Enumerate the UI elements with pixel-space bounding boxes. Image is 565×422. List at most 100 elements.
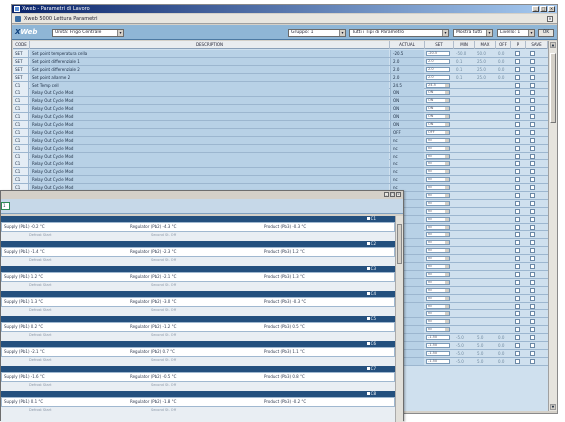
save-checkbox[interactable] [530,51,535,56]
set-value-input[interactable]: nc [426,319,450,325]
p-checkbox[interactable] [515,200,520,206]
p-checkbox[interactable] [515,327,520,333]
save-checkbox[interactable] [530,177,535,183]
p-checkbox[interactable] [515,342,520,348]
p-checkbox[interactable] [515,114,520,120]
p-checkbox[interactable] [515,82,520,88]
parameter-type-select[interactable]: Tutti i Tipi di Parametro ▾ [349,29,449,37]
header-max[interactable]: MAX [475,41,496,49]
p-checkbox[interactable] [515,122,520,128]
close-icon[interactable]: × [547,16,553,22]
p-checkbox[interactable] [515,303,520,309]
popup-input[interactable]: 1 [1,202,10,210]
set-value-input[interactable]: nc [426,200,450,206]
header-save[interactable]: SAVE [526,41,548,49]
p-checkbox[interactable] [515,66,520,72]
set-value-input[interactable]: nc [426,169,450,175]
save-checkbox[interactable] [530,98,535,104]
save-checkbox[interactable] [530,311,535,317]
save-checkbox[interactable] [530,295,535,301]
save-checkbox[interactable] [530,82,535,88]
save-checkbox[interactable] [530,58,535,64]
level-select[interactable]: Livello: 1 ▾ [497,29,535,37]
save-checkbox[interactable] [530,185,535,191]
save-checkbox[interactable] [530,342,535,348]
set-value-input[interactable]: nc [426,295,450,301]
p-checkbox[interactable] [515,74,520,80]
save-checkbox[interactable] [530,129,535,135]
set-value-input[interactable]: nc [426,264,450,270]
set-value-input[interactable]: nc [426,327,450,333]
p-checkbox[interactable] [515,264,520,270]
p-checkbox[interactable] [515,145,520,151]
set-value-input[interactable]: nc [426,279,450,285]
minimize-button[interactable]: _ [532,6,539,12]
scroll-down-icon[interactable]: ▼ [550,404,556,410]
set-value-input[interactable]: nc [426,232,450,238]
ok-button[interactable]: OK [538,29,554,37]
set-value-input[interactable]: 2.0 [426,66,450,72]
set-value-input[interactable]: nc [426,193,450,199]
header-code[interactable]: CODE [13,41,30,49]
filter-select[interactable]: Mostra tutti ▾ [453,29,493,37]
set-value-input[interactable]: nc [426,271,450,277]
set-value-input[interactable]: nc [426,224,450,230]
save-checkbox[interactable] [530,224,535,230]
p-checkbox[interactable] [515,161,520,167]
set-value-input[interactable]: nc [426,311,450,317]
p-checkbox[interactable] [515,295,520,301]
p-checkbox[interactable] [515,319,520,325]
header-p[interactable]: P [511,41,526,49]
save-checkbox[interactable] [530,122,535,128]
set-value-input[interactable]: ON [426,114,450,120]
save-checkbox[interactable] [530,169,535,175]
p-checkbox[interactable] [515,240,520,246]
save-checkbox[interactable] [530,106,535,112]
set-value-input[interactable]: nc [426,208,450,214]
set-value-input[interactable]: OFF [426,129,450,135]
save-checkbox[interactable] [530,248,535,254]
set-value-input[interactable]: nc [426,145,450,151]
p-checkbox[interactable] [515,350,520,356]
set-value-input[interactable]: ON [426,122,450,128]
p-checkbox[interactable] [515,208,520,214]
p-checkbox[interactable] [515,58,520,64]
p-checkbox[interactable] [515,271,520,277]
popup-close-button[interactable]: × [396,192,401,197]
header-description[interactable]: DESCRIPTION [30,41,390,49]
header-actual[interactable]: ACTUAL [390,41,425,49]
scroll-thumb[interactable] [550,53,556,123]
popup-scrollbar[interactable] [395,216,403,422]
header-min[interactable]: MIN [454,41,475,49]
p-checkbox[interactable] [515,51,520,56]
save-checkbox[interactable] [530,137,535,143]
save-checkbox[interactable] [530,279,535,285]
save-checkbox[interactable] [530,319,535,325]
set-value-input[interactable]: 2.0 [426,58,450,64]
set-value-input[interactable]: nc [426,248,450,254]
set-value-input[interactable]: nc [426,216,450,222]
p-checkbox[interactable] [515,256,520,262]
p-checkbox[interactable] [515,335,520,341]
set-value-input[interactable]: nc [426,287,450,293]
p-checkbox[interactable] [515,129,520,135]
save-checkbox[interactable] [530,208,535,214]
p-checkbox[interactable] [515,106,520,112]
set-value-input[interactable]: -1.50 [426,358,450,364]
set-value-input[interactable]: nc [426,177,450,183]
popup-maximize-button[interactable]: □ [390,192,395,197]
save-checkbox[interactable] [530,358,535,364]
popup-scroll-thumb[interactable] [397,224,402,264]
save-checkbox[interactable] [530,327,535,333]
p-checkbox[interactable] [515,185,520,191]
save-checkbox[interactable] [530,264,535,270]
table-scrollbar[interactable]: ▲ ▼ [548,41,557,411]
p-checkbox[interactable] [515,232,520,238]
set-value-input[interactable]: -1.50 [426,350,450,356]
save-checkbox[interactable] [530,303,535,309]
save-checkbox[interactable] [530,66,535,72]
p-checkbox[interactable] [515,216,520,222]
save-checkbox[interactable] [530,335,535,341]
set-value-input[interactable]: nc [426,137,450,143]
save-checkbox[interactable] [530,114,535,120]
